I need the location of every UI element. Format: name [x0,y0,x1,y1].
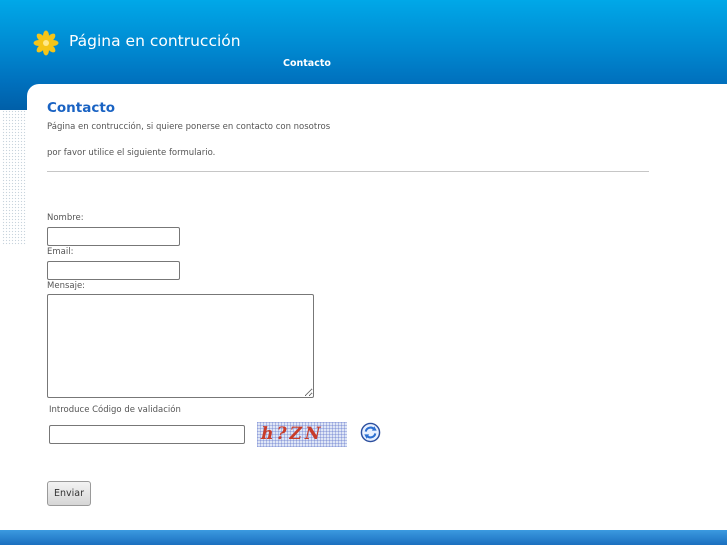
site-footer [0,530,727,545]
submit-button[interactable]: Enviar [47,481,91,506]
message-textarea[interactable] [47,294,314,398]
name-label: Nombre: [47,213,84,223]
captcha-text: h?ZN [258,424,326,444]
email-label: Email: [47,247,74,257]
left-decoration [0,110,27,530]
captcha-image: h?ZN [257,422,347,447]
site-title: Página en contrucción [69,32,241,50]
page-title: Contacto [47,100,116,116]
captcha-label: Introduce Código de validación [49,405,181,415]
captcha-input[interactable] [49,425,245,444]
message-label: Mensaje: [47,281,86,291]
flower-logo-icon [33,30,59,56]
main-content: Contacto Página en contrucción, si quier… [27,84,727,530]
nav-link-contacto[interactable]: Contacto [283,58,331,69]
intro-text-line2: por favor utilice el siguiente formulari… [47,148,216,158]
dotted-pattern [2,110,26,245]
refresh-icon[interactable] [360,422,381,443]
name-field[interactable] [47,227,180,246]
intro-text-line1: Página en contrucción, si quiere ponerse… [47,122,331,132]
email-field[interactable] [47,261,180,280]
divider [47,171,649,172]
